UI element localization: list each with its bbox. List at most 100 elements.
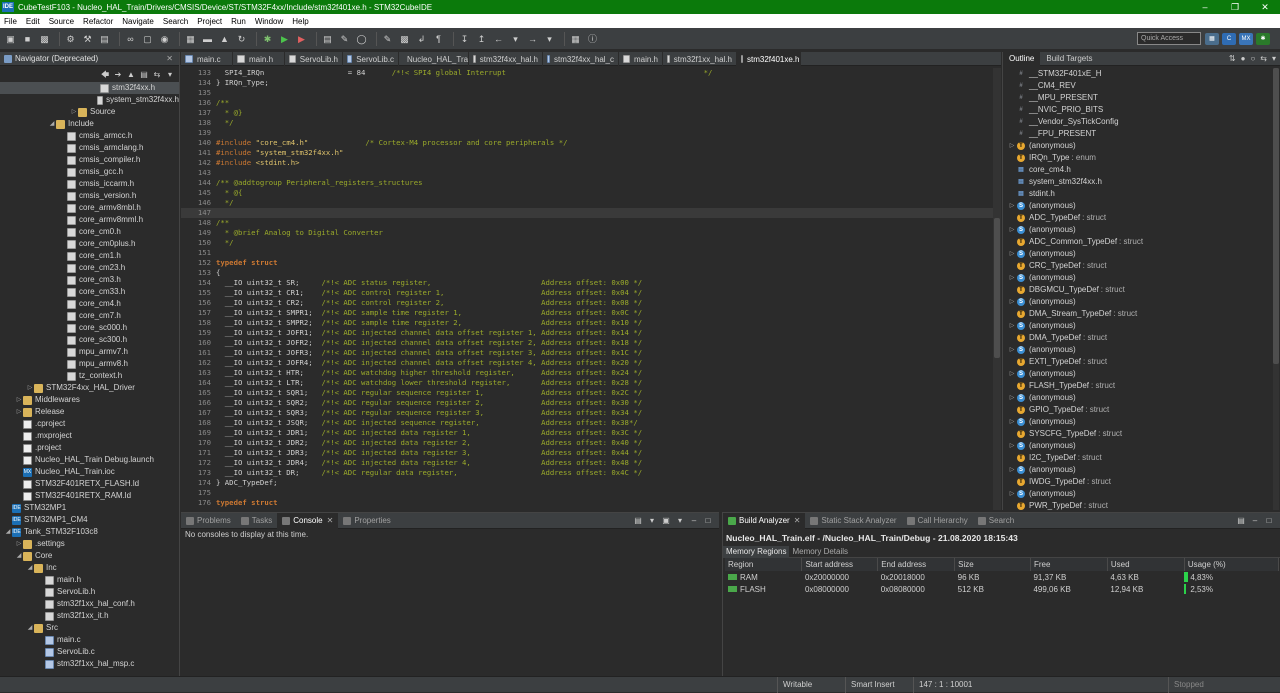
code-line[interactable]: 175 (181, 488, 993, 498)
pin-console-icon[interactable]: ▾ (647, 516, 657, 525)
navigator-item[interactable]: core_cm23.h (0, 262, 179, 274)
pencil-icon[interactable]: ✎ (338, 33, 351, 45)
navigator-item[interactable]: ◢ Core (0, 550, 179, 562)
refresh-icon[interactable]: ↻ (235, 33, 248, 45)
view-menu-icon[interactable]: ▾ (165, 70, 175, 79)
navigator-item[interactable]: ▷ .settings (0, 538, 179, 550)
expand-toggle-icon[interactable]: ▷ (1007, 464, 1017, 476)
tab-tasks[interactable]: Tasks (236, 513, 277, 529)
tab-memory-regions[interactable]: Memory Regions (723, 545, 790, 558)
code-line[interactable]: 155 __IO uint32_t CR1; /*!< ADC control … (181, 288, 993, 298)
outline-item[interactable]: ▷ S (anonymous) (1003, 488, 1280, 500)
navigator-item[interactable]: ◢ Inc (0, 562, 179, 574)
editor-tab[interactable]: ServoLib.c (343, 52, 399, 66)
code-line[interactable]: 135 (181, 88, 993, 98)
code-line[interactable]: 171 __IO uint32_t JDR3; /*!< ADC injecte… (181, 448, 993, 458)
navigator-item[interactable]: stm32f4xx.h (0, 82, 179, 94)
column-header[interactable]: Usage (%) (1184, 558, 1280, 571)
editor-tab[interactable]: Nucleo_HAL_Trai (399, 52, 469, 66)
debug-perspective-icon[interactable]: ✱ (1256, 33, 1270, 45)
tab-memory-details[interactable]: Memory Details (789, 546, 851, 558)
highlight-icon[interactable]: ✎ (381, 33, 394, 45)
column-header[interactable]: End address (877, 558, 956, 571)
outline-item[interactable]: # __MPU_PRESENT (1003, 92, 1280, 104)
code-line[interactable]: 144 /** @addtogroup Peripheral_registers_… (181, 178, 993, 188)
outline-item[interactable]: ▷ S (anonymous) (1003, 224, 1280, 236)
navigator-item[interactable]: .cproject (0, 418, 179, 430)
expand-toggle-icon[interactable]: ▷ (1007, 320, 1017, 332)
code-line[interactable]: 170 __IO uint32_t JDR2; /*!< ADC injecte… (181, 438, 993, 448)
nav-back-icon[interactable]: 🡄 (100, 70, 110, 79)
outline-item[interactable]: ▷ S (anonymous) (1003, 440, 1280, 452)
navigator-item[interactable]: mpu_armv8.h (0, 358, 179, 370)
outline-item[interactable]: ▷ S (anonymous) (1003, 416, 1280, 428)
navigator-item[interactable]: STM32F401RETX_RAM.ld (0, 490, 179, 502)
minimize-view-icon[interactable]: – (689, 516, 699, 525)
tab-problems[interactable]: Problems (181, 513, 236, 529)
close-tab-icon[interactable]: ✕ (327, 513, 334, 529)
navigator-item[interactable]: ServoLib.h (0, 586, 179, 598)
outline-item[interactable]: T SYSCFG_TypeDef: struct (1003, 428, 1280, 440)
tab-call-hierarchy[interactable]: Call Hierarchy (902, 513, 973, 529)
expand-toggle-icon[interactable]: ▷ (1007, 296, 1017, 308)
nav-up-icon[interactable]: ▲ (126, 70, 136, 79)
outline-item[interactable]: ▤ system_stm32f4xx.h (1003, 176, 1280, 188)
outline-scrollbar[interactable] (1273, 68, 1279, 510)
outline-item[interactable]: T FLASH_TypeDef: struct (1003, 380, 1280, 392)
cube-icon[interactable]: ◉ (158, 33, 171, 45)
navigator-item[interactable]: ServoLib.c (0, 646, 179, 658)
minimize-button[interactable]: – (1190, 2, 1220, 12)
outline-item[interactable]: T PWR_TypeDef: struct (1003, 500, 1280, 512)
outline-item[interactable]: ▷ S (anonymous) (1003, 344, 1280, 356)
expand-toggle-icon[interactable]: ▷ (1007, 392, 1017, 404)
editor-tab[interactable]: main.c (181, 52, 233, 66)
collapse-all-icon[interactable]: ▤ (139, 70, 149, 79)
tab-properties[interactable]: Properties (338, 513, 395, 529)
scroll-thumb[interactable] (994, 218, 1000, 358)
maximize-button[interactable]: ❐ (1220, 2, 1250, 13)
display-console-icon[interactable]: ▣ (661, 516, 671, 525)
close-button[interactable]: ✕ (1250, 2, 1280, 13)
expand-toggle-icon[interactable]: ◢ (4, 526, 12, 538)
expand-toggle-icon[interactable]: ◢ (26, 562, 34, 574)
expand-toggle-icon[interactable]: ◢ (26, 622, 34, 634)
navigator-item[interactable]: core_cm3.h (0, 274, 179, 286)
expand-toggle-icon[interactable]: ▷ (1007, 368, 1017, 380)
outline-item[interactable]: ▷ S (anonymous) (1003, 296, 1280, 308)
navigator-item[interactable]: ▷ Release (0, 406, 179, 418)
forward-dropdown-icon[interactable]: ▾ (543, 33, 556, 45)
outline-item[interactable]: ▷ T (anonymous) (1003, 140, 1280, 152)
perspective-switch-icon[interactable]: ▦ (1205, 33, 1219, 45)
show-whitespace-icon[interactable]: ¶ (432, 33, 445, 45)
tab-console[interactable]: Console ✕ (277, 512, 339, 529)
link-icon[interactable]: ∞ (124, 33, 137, 45)
outline-item[interactable]: # __STM32F401xE_H (1003, 68, 1280, 80)
outline-item[interactable]: ▷ S (anonymous) (1003, 464, 1280, 476)
save-all-icon[interactable]: ▩ (38, 33, 51, 45)
build-icon[interactable]: ⚒ (81, 33, 94, 45)
column-header[interactable]: Free (1030, 558, 1108, 571)
outline-item[interactable]: T I2C_TypeDef: struct (1003, 452, 1280, 464)
editor-tab[interactable]: stm32f4xx_hal.h (469, 52, 543, 66)
back-icon[interactable]: ← (492, 33, 505, 45)
navigator-item[interactable]: core_cm33.h (0, 286, 179, 298)
navigator-item[interactable]: core_cm1.h (0, 250, 179, 262)
code-line[interactable]: 136 /** (181, 98, 993, 108)
outline-item[interactable]: ▷ S (anonymous) (1003, 248, 1280, 260)
navigator-item[interactable]: IDE STM32MP1_CM4 (0, 514, 179, 526)
open-folder-icon[interactable]: ▬ (201, 33, 214, 45)
navigator-item[interactable]: system_stm32f4xx.h (0, 94, 179, 106)
cpp-perspective-icon[interactable]: C (1222, 33, 1236, 45)
navigator-item[interactable]: cmsis_iccarm.h (0, 178, 179, 190)
navigator-item[interactable]: core_armv8mbl.h (0, 202, 179, 214)
menu-item-file[interactable]: File (4, 17, 17, 26)
build-settings-icon[interactable]: ⚙ (64, 33, 77, 45)
maximize-view-icon[interactable]: □ (1264, 516, 1274, 525)
code-line[interactable]: 133 SPI4_IRQn = 84 /*!< SPI4 global Inte… (181, 68, 993, 78)
code-line[interactable]: 141 #include "system_stm32f4xx.h" (181, 148, 993, 158)
quick-access-input[interactable]: Quick Access (1137, 32, 1201, 45)
code-line[interactable]: 148 /** (181, 218, 993, 228)
navigator-item[interactable]: tz_context.h (0, 370, 179, 382)
code-line[interactable]: 164 __IO uint32_t LTR; /*!< ADC watchdog… (181, 378, 993, 388)
code-line[interactable]: 163 __IO uint32_t HTR; /*!< ADC watchdog… (181, 368, 993, 378)
